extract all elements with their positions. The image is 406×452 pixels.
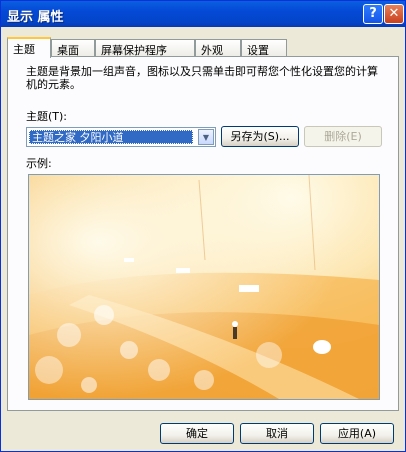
ok-button[interactable]: 确定 (160, 423, 234, 444)
title-bar[interactable]: 显示 属性 ? ✕ (1, 1, 405, 27)
window-title: 显示 属性 (7, 10, 64, 25)
close-button[interactable]: ✕ (384, 4, 404, 24)
tab-settings[interactable]: 设置 (241, 39, 287, 57)
theme-preview-image (28, 174, 380, 400)
delete-button[interactable]: 删除(E) (304, 126, 382, 147)
chevron-down-icon[interactable]: ▼ (198, 129, 214, 145)
cancel-button[interactable]: 取消 (240, 423, 314, 444)
display-properties-window: 显示 属性 ? ✕ 主题 桌面 屏幕保护程序 外观 设置 主题是背景加一组声音，… (0, 0, 406, 452)
theme-dropdown[interactable]: 主题之家 夕阳小道 ▼ (26, 127, 216, 147)
save-as-button[interactable]: 另存为(S)... (221, 126, 299, 147)
tab-strip: 主题 桌面 屏幕保护程序 外观 设置 (7, 37, 401, 58)
tab-themes[interactable]: 主题 (7, 37, 51, 58)
tab-desktop[interactable]: 桌面 (51, 39, 95, 57)
help-button[interactable]: ? (363, 4, 383, 24)
tab-appearance[interactable]: 外观 (195, 39, 241, 57)
theme-dropdown-value: 主题之家 夕阳小道 (29, 130, 193, 144)
sample-label: 示例: (26, 157, 52, 170)
apply-button[interactable]: 应用(A) (320, 423, 394, 444)
sunset-path-illustration (29, 175, 379, 399)
theme-label: 主题(T): (26, 110, 68, 123)
themes-panel: 主题是背景加一组声音，图标以及只需单击即可帮您个性化设置您的计算机的元素。 主题… (7, 56, 399, 411)
theme-description: 主题是背景加一组声音，图标以及只需单击即可帮您个性化设置您的计算机的元素。 (26, 65, 378, 91)
tab-screensaver[interactable]: 屏幕保护程序 (95, 39, 195, 57)
